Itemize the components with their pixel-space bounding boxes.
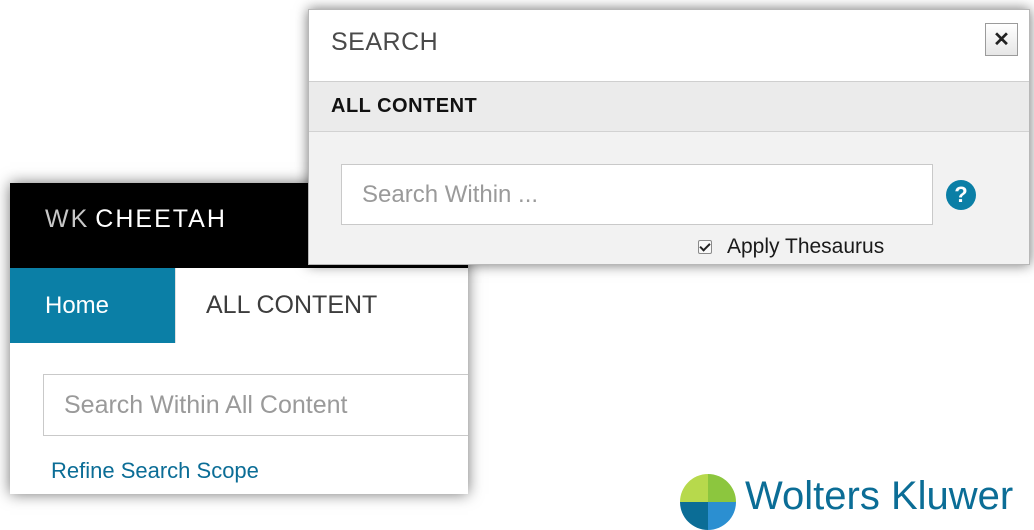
- close-button[interactable]: ✕: [985, 23, 1018, 56]
- search-within-all-content-input[interactable]: [43, 374, 468, 436]
- apply-thesaurus-option[interactable]: Apply Thesaurus: [698, 234, 884, 260]
- apply-thesaurus-label: Apply Thesaurus: [727, 235, 885, 258]
- dialog-titlebar: SEARCH ✕: [309, 10, 1029, 82]
- brand-prefix: WK: [45, 205, 90, 233]
- refine-search-scope-link[interactable]: Refine Search Scope: [51, 458, 259, 484]
- tab-home[interactable]: Home: [10, 268, 175, 343]
- brand-logo: WK CHEETAH: [45, 205, 227, 234]
- section-header: ALL CONTENT: [309, 82, 1029, 132]
- dialog-title: SEARCH: [331, 28, 439, 56]
- logo-icon: [680, 474, 736, 530]
- section-title: ALL CONTENT: [331, 95, 478, 117]
- brand-name: CHEETAH: [95, 205, 227, 233]
- tab-all-content[interactable]: ALL CONTENT: [175, 268, 468, 343]
- help-icon[interactable]: ?: [946, 180, 976, 210]
- search-dialog: SEARCH ✕ ALL CONTENT ? Apply Thesaurus: [308, 9, 1030, 265]
- logo-text: Wolters Kluwer: [745, 474, 1014, 518]
- close-icon: ✕: [993, 29, 1010, 51]
- search-within-input[interactable]: [341, 164, 933, 225]
- apply-thesaurus-checkbox[interactable]: [698, 240, 712, 254]
